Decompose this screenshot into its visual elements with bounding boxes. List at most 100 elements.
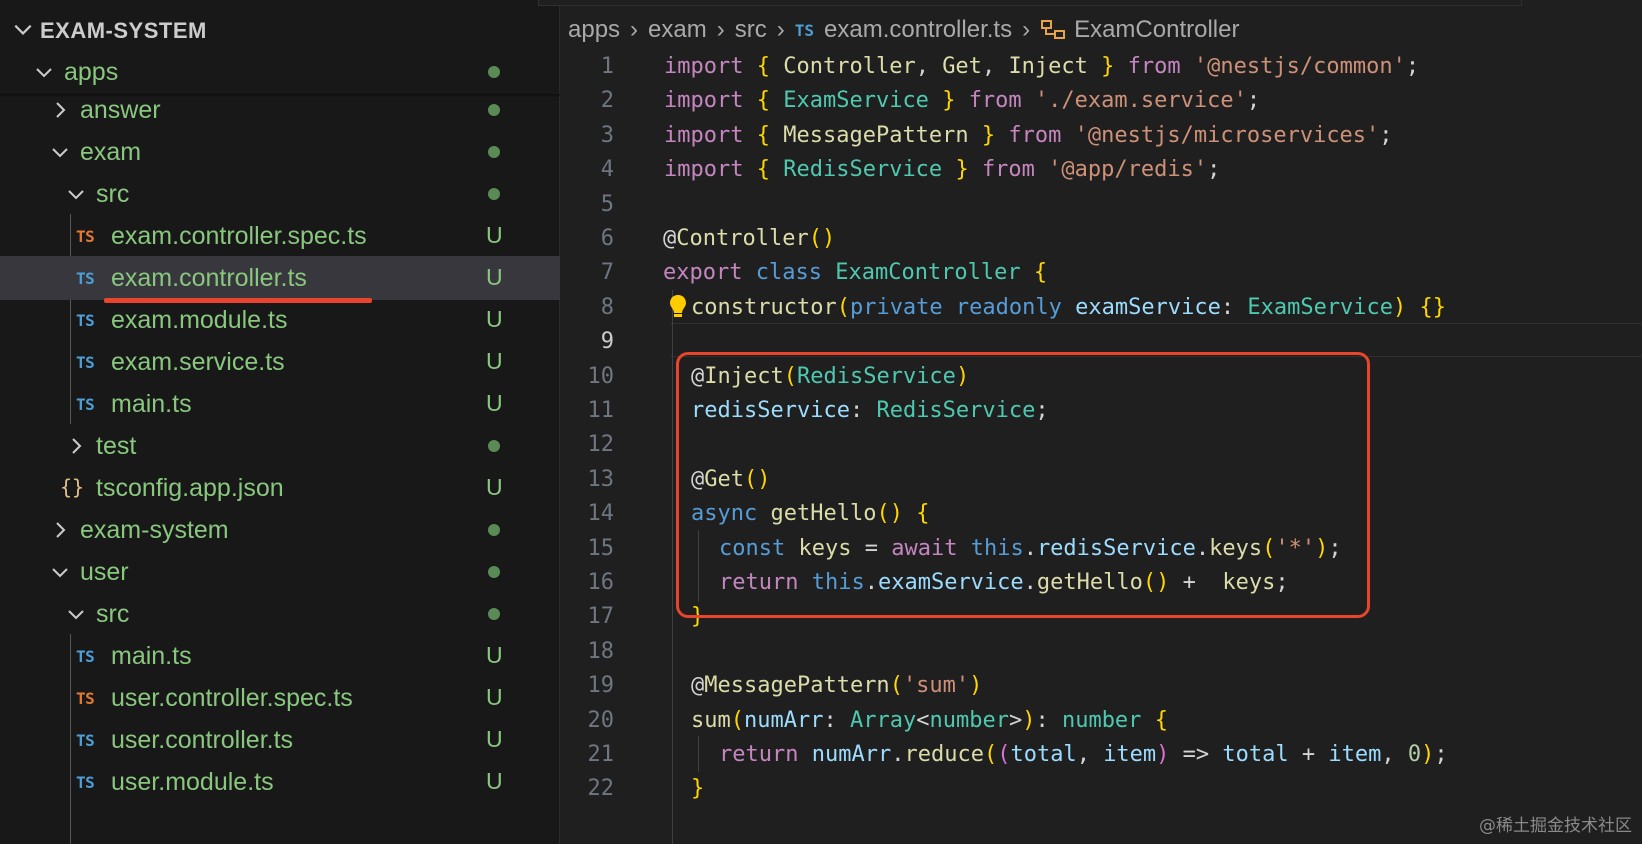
line-number: 13 <box>587 466 615 492</box>
chevron-right-icon: › <box>1022 16 1031 43</box>
line-number: 17 <box>587 604 615 630</box>
line-number: 5 <box>600 191 614 217</box>
annotation-highlight-box <box>676 352 1370 618</box>
typescript-file-icon: TS <box>76 689 95 708</box>
tree-folder-answer[interactable]: answer <box>0 88 560 132</box>
tree-file-main[interactable]: TS main.ts U <box>0 382 560 426</box>
tree-item-label: exam.controller.ts <box>111 264 307 292</box>
tree-item-label: exam.controller.spec.ts <box>111 222 367 250</box>
git-status-dot <box>488 66 500 78</box>
breadcrumb-item-symbol[interactable]: ExamController <box>1074 16 1239 44</box>
chevron-right-icon <box>56 522 66 538</box>
chevron-down-icon <box>14 24 32 35</box>
git-status-untracked: U <box>486 390 503 416</box>
git-status-dot <box>488 104 500 116</box>
line-number: 10 <box>587 363 615 389</box>
code-line: @MessagePattern('sum') <box>691 673 983 699</box>
tree-item-label: exam <box>80 138 142 166</box>
lightbulb-icon[interactable] <box>668 293 688 321</box>
tree-file-exam-module[interactable]: TS exam.module.ts U <box>0 298 560 342</box>
class-symbol-icon <box>1041 20 1066 39</box>
git-status-untracked: U <box>486 768 503 794</box>
typescript-file-icon: TS <box>76 773 95 792</box>
code-line: import { Controller, Get, Inject } from … <box>664 54 1420 79</box>
chevron-right-icon: › <box>716 16 725 43</box>
chevron-right-icon: › <box>776 16 785 43</box>
tree-folder-exam[interactable]: exam <box>0 130 560 174</box>
workspace-title: EXAM-SYSTEM <box>40 18 207 43</box>
git-status-dot <box>488 608 500 620</box>
chevron-right-icon <box>72 438 82 454</box>
code-line: import { MessagePattern } from '@nestjs/… <box>664 122 1393 148</box>
line-number: 8 <box>600 294 614 320</box>
line-number: 19 <box>587 673 615 699</box>
chevron-down-icon <box>68 190 84 200</box>
breadcrumb-item-apps[interactable]: apps <box>568 16 620 44</box>
code-line: @Controller() <box>663 226 836 251</box>
code-line: import { ExamService } from './exam.serv… <box>664 88 1261 114</box>
tree-item-label: main.ts <box>111 390 192 418</box>
line-number: 21 <box>587 742 615 767</box>
tree-folder-src[interactable]: src <box>0 592 560 636</box>
tree-item-label: user.controller.spec.ts <box>111 684 353 712</box>
tree-file-user-controller-spec[interactable]: TS user.controller.spec.ts U <box>0 676 560 720</box>
git-status-dot <box>488 524 500 536</box>
typescript-file-icon: TS <box>76 269 95 288</box>
typescript-file-icon: TS <box>76 395 95 414</box>
line-number: 3 <box>600 122 614 148</box>
tree-item-label: src <box>96 180 130 208</box>
json-file-icon: {} <box>60 475 85 499</box>
code-line: sum(numArr: Array<number>): number { <box>691 707 1168 733</box>
tree-item-label: tsconfig.app.json <box>96 474 284 502</box>
line-number: 7 <box>600 260 614 286</box>
code-line: } <box>691 776 705 802</box>
watermark: @稀土掘金技术社区 <box>1479 816 1632 836</box>
tree-item-label: exam-system <box>80 516 229 544</box>
typescript-file-icon: TS <box>76 311 95 330</box>
indent-guide <box>698 736 699 772</box>
tree-folder-test[interactable]: test <box>0 424 560 468</box>
breadcrumb-item-src[interactable]: src <box>735 16 767 44</box>
git-status-untracked: U <box>486 642 503 668</box>
tree-file-main[interactable]: TS main.ts U <box>0 634 560 678</box>
git-status-untracked: U <box>486 726 503 752</box>
line-number: 22 <box>587 776 615 802</box>
tree-item-label: answer <box>80 96 161 124</box>
typescript-file-icon: TS <box>76 227 95 246</box>
tree-file-exam-service[interactable]: TS exam.service.ts U <box>0 340 560 384</box>
tree-folder-exam-system[interactable]: exam-system <box>0 508 560 552</box>
line-number: 20 <box>587 707 615 733</box>
code-line: import { RedisService } from '@app/redis… <box>664 157 1221 183</box>
line-number: 6 <box>600 226 614 251</box>
tree-item-label: exam.module.ts <box>111 306 288 334</box>
chevron-down-icon <box>36 68 52 78</box>
editor-tab-strip-edge <box>538 0 1522 6</box>
tree-item-label: test <box>96 432 137 460</box>
git-status-dot <box>488 566 500 578</box>
line-number: 1 <box>600 54 614 79</box>
tree-folder-user[interactable]: user <box>0 550 560 594</box>
tree-file-user-module[interactable]: TS user.module.ts U <box>0 760 560 804</box>
line-number: 12 <box>587 432 615 458</box>
tree-file-user-controller[interactable]: TS user.controller.ts U <box>0 718 560 762</box>
tree-item-label: user <box>80 558 129 586</box>
tree-folder-src[interactable]: src <box>0 172 560 216</box>
typescript-file-icon: TS <box>76 731 95 750</box>
chevron-down-icon <box>68 610 84 620</box>
line-number: 18 <box>587 638 615 664</box>
git-status-untracked: U <box>486 348 503 374</box>
explorer-section-header[interactable]: EXAM-SYSTEM <box>0 10 560 50</box>
git-status-dot <box>488 440 500 452</box>
tree-item-label: exam.service.ts <box>111 348 285 376</box>
line-number: 16 <box>587 570 615 595</box>
breadcrumb-item-exam[interactable]: exam <box>648 16 707 44</box>
tree-file-exam-controller[interactable]: TS exam.controller.ts U <box>0 256 560 300</box>
line-number: 9 <box>600 329 614 355</box>
git-status-untracked: U <box>486 222 503 248</box>
tree-item-label: main.ts <box>111 642 192 670</box>
typescript-file-icon: TS <box>76 353 95 372</box>
indent-guide <box>672 290 673 844</box>
tree-file-tsconfig-app[interactable]: {} tsconfig.app.json U <box>0 466 560 510</box>
breadcrumb-item-file[interactable]: exam.controller.ts <box>824 16 1012 44</box>
tree-file-exam-controller-spec[interactable]: TS exam.controller.spec.ts U <box>0 214 560 258</box>
